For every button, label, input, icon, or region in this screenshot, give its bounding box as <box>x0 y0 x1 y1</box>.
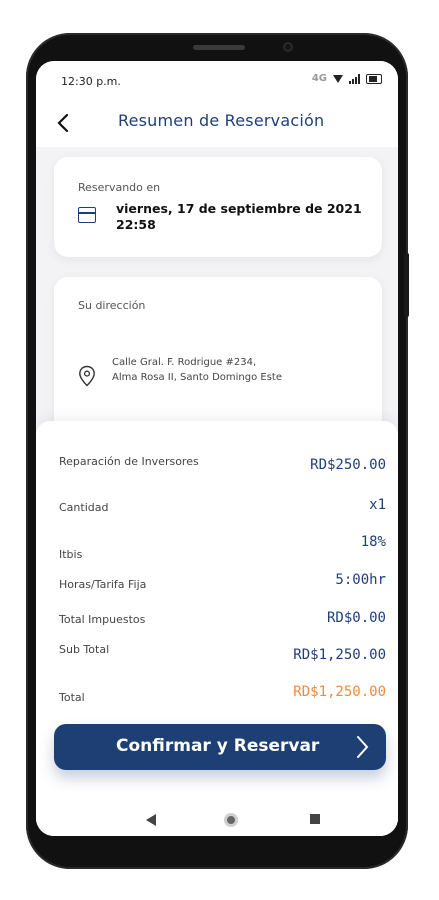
item-label-reparacion: Reparación de Inversores <box>59 455 199 468</box>
address-text: Calle Gral. F. Rodrigue #234, Alma Rosa … <box>112 355 372 385</box>
item-label-itbis: Itbis <box>59 548 83 561</box>
wifi-icon <box>333 74 343 83</box>
item-label-horas: Horas/Tarifa Fija <box>59 578 147 591</box>
android-nav-bar <box>36 803 398 836</box>
calendar-icon <box>78 207 96 223</box>
item-label-cantidad: Cantidad <box>59 501 109 514</box>
address-label: Su dirección <box>78 299 146 312</box>
phone-camera <box>283 42 293 52</box>
status-bar: 12:30 p.m. 4G <box>36 61 398 103</box>
address-line1: Calle Gral. F. Rodrigue #234, <box>112 357 257 368</box>
chevron-left-icon[interactable] <box>52 111 76 135</box>
summary-sheet: Reparación de Inversores RD$250.00 Canti… <box>36 421 398 836</box>
nav-home-icon[interactable] <box>224 813 238 827</box>
booking-time: 22:58 <box>116 217 156 232</box>
booking-datetime: viernes, 17 de septiembre de 2021 22:58 <box>116 201 376 233</box>
signal-icon <box>349 73 360 84</box>
app-header: Resumen de Reservación <box>36 103 398 147</box>
nav-recent-apps-icon[interactable] <box>310 814 320 824</box>
nav-back-icon[interactable] <box>146 814 156 826</box>
status-icons: 4G <box>312 73 382 84</box>
item-label-subtotal: Sub Total <box>59 643 110 656</box>
status-time: 12:30 p.m. <box>61 75 121 88</box>
booking-card: Reservando en viernes, 17 de septiembre … <box>54 157 382 257</box>
item-value-subtotal: RD$1,250.00 <box>293 647 386 663</box>
address-line2: Alma Rosa II, Santo Domingo Este <box>112 372 283 383</box>
item-value-total: RD$1,250.00 <box>293 684 386 700</box>
location-pin-icon <box>79 365 95 387</box>
battery-icon <box>366 73 382 84</box>
phone-speaker <box>193 45 245 50</box>
confirm-reserve-button[interactable]: Confirmar y Reservar <box>54 724 386 770</box>
item-value-reparacion: RD$250.00 <box>310 457 386 473</box>
item-label-total: Total <box>59 691 85 704</box>
confirm-reserve-label: Confirmar y Reservar <box>116 736 320 756</box>
app-screen: 12:30 p.m. 4G Resumen de Reservación Res… <box>36 61 398 836</box>
item-value-itbis: 18% <box>360 534 386 550</box>
booking-date: viernes, 17 de septiembre de 2021 <box>116 201 362 216</box>
chevron-right-icon <box>357 736 369 758</box>
item-value-horas: 5:00hr <box>335 572 386 588</box>
item-value-cantidad: x1 <box>369 497 386 513</box>
item-label-impuestos: Total Impuestos <box>59 613 146 626</box>
network-type: 4G <box>311 73 327 84</box>
page-title: Resumen de Reservación <box>118 111 325 130</box>
booking-label: Reservando en <box>78 181 161 194</box>
item-value-impuestos: RD$0.00 <box>326 610 386 626</box>
phone-side-button <box>404 253 409 317</box>
